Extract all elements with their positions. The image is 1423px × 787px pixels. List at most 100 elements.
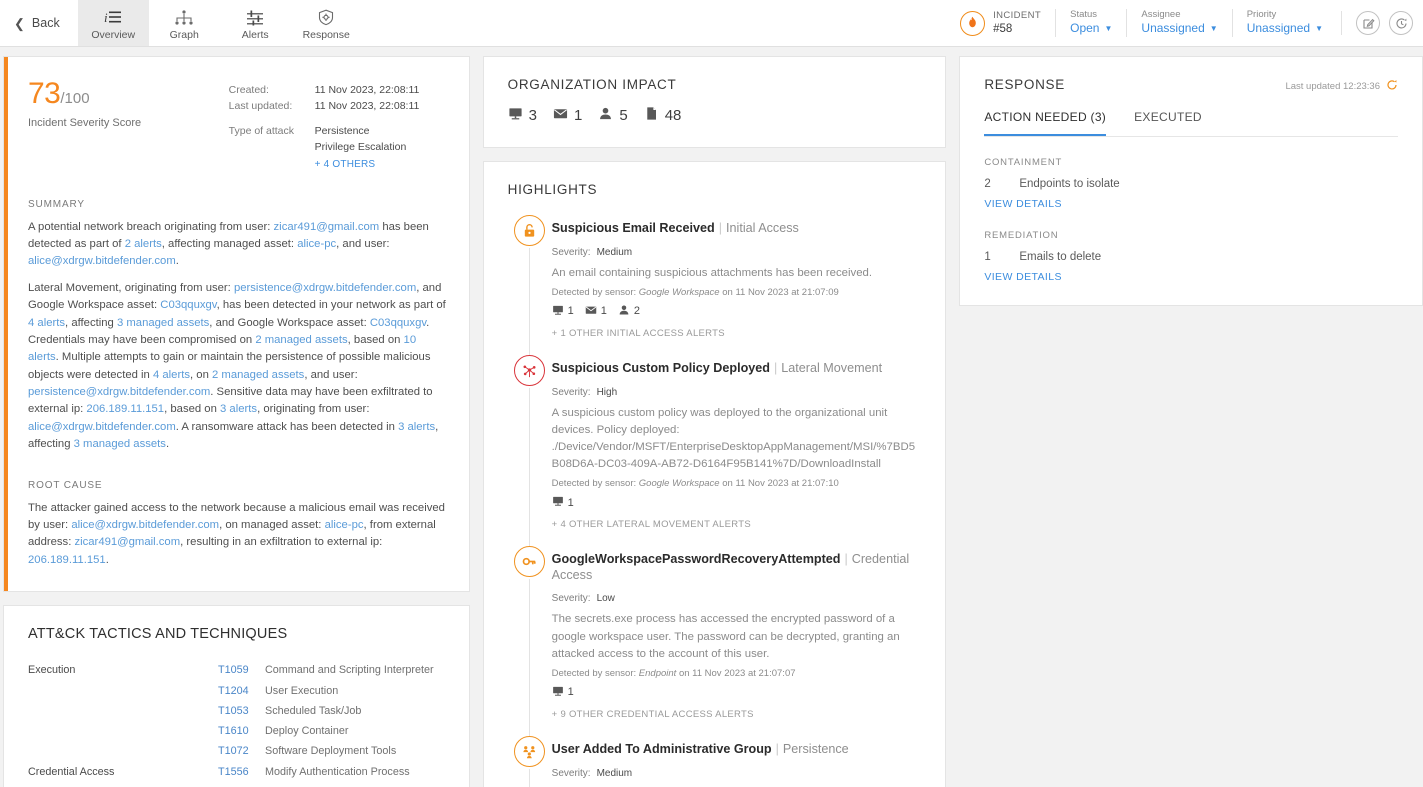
entity-link[interactable]: 3 alerts [398,421,435,433]
attack-technique-name: Software Deployment Tools [253,741,396,761]
status-field[interactable]: Status Open ▼ [1055,9,1126,37]
highlight-card[interactable]: User Added To Administrative Group|Persi… [508,736,922,787]
tab-action-needed[interactable]: ACTION NEEDED (3) [984,110,1106,136]
tab-executed[interactable]: EXECUTED [1134,110,1202,136]
highlight-icon-column [508,546,552,736]
entity-link[interactable]: 3 managed assets [74,438,166,450]
highlight-name[interactable]: Suspicious Email Received [552,221,715,235]
attack-technique-id[interactable]: T1212 [218,782,253,787]
text-run: . [166,438,169,450]
entity-link[interactable]: 2 managed assets [212,369,304,381]
entity-link[interactable]: zicar491@gmail.com [274,221,380,233]
history-button[interactable] [1389,11,1413,35]
refresh-icon[interactable] [1386,79,1398,94]
file-icon [644,106,659,125]
highlight-counts: 1 [552,495,922,510]
containment-view-details-link[interactable]: VIEW DETAILS [984,198,1398,210]
highlight-more-alerts-link[interactable]: + 9 OTHER CREDENTIAL ACCESS ALERTS [552,709,922,720]
priority-dropdown[interactable]: Unassigned ▼ [1247,21,1323,37]
highlight-count-value: 1 [568,497,574,509]
entity-link[interactable]: 3 alerts [220,403,257,415]
tab-alerts[interactable]: Alerts [220,0,291,46]
severity-value: Medium [591,247,633,258]
status-value: Open [1070,21,1099,37]
entity-link[interactable]: 2 managed assets [255,334,347,346]
highlight-name[interactable]: User Added To Administrative Group [552,742,772,756]
attack-type-more-link[interactable]: + 4 OTHERS [315,157,407,173]
tab-overview[interactable]: i Overview [78,0,149,46]
entity-link[interactable]: persistence@xdrgw.bitdefender.com [28,386,210,398]
attack-technique-id[interactable]: T1556 [218,762,253,782]
attack-technique-name: Command and Scripting Interpreter [253,660,434,680]
entity-link[interactable]: alice-pc [325,519,364,531]
entity-link[interactable]: 4 alerts [28,317,65,329]
entity-link[interactable]: 206.189.11.151 [28,554,106,566]
remediation-view-details-link[interactable]: VIEW DETAILS [984,271,1398,283]
sensor-timestamp: on 11 Nov 2023 at 21:07:07 [676,668,795,679]
containment-title: CONTAINMENT [984,157,1398,168]
entity-link[interactable]: C03qquxgv [370,317,426,329]
attack-technique-id[interactable]: T1204 [218,681,253,701]
entity-link[interactable]: 3 managed assets [117,317,209,329]
back-button-label: Back [32,16,60,30]
highlight-counts: 112 [552,304,922,319]
response-last-updated-text: Last updated 12:23:36 [1285,81,1380,92]
attack-type-1: Persistence [315,123,407,139]
entity-link[interactable]: 4 alerts [153,369,190,381]
entity-link[interactable]: 206.189.11.151 [86,403,164,415]
text-run: , has been detected in your network as p… [217,299,446,311]
highlight-body: GoogleWorkspacePasswordRecoveryAttempted… [552,546,922,736]
sensor-name: Endpoint [639,668,677,679]
status-dropdown[interactable]: Open ▼ [1070,21,1112,37]
entity-link[interactable]: alice-pc [297,238,336,250]
attack-technique-id[interactable]: T1053 [218,701,253,721]
highlight-card[interactable]: Suspicious Email Received|Initial Access… [508,215,922,355]
attack-technique-name: Exploitation for Credential Access [253,782,426,787]
tab-response-label: Response [303,29,350,41]
back-button[interactable]: ❮ Back [0,0,78,46]
response-tabs: ACTION NEEDED (3) EXECUTED [984,110,1398,137]
tab-response[interactable]: Response [291,0,362,46]
text-run: . [106,554,109,566]
severity-value: Low [591,593,615,604]
assignee-dropdown[interactable]: Unassigned ▼ [1141,21,1217,37]
entity-link[interactable]: alice@xdrgw.bitdefender.com [71,519,219,531]
entity-link[interactable]: zicar491@gmail.com [74,536,180,548]
highlight-card[interactable]: Suspicious Custom Policy Deployed|Latera… [508,355,922,546]
assignee-field[interactable]: Assignee Unassigned ▼ [1126,9,1231,37]
organization-impact-card: ORGANIZATION IMPACT 31548 [483,56,947,148]
entity-link[interactable]: persistence@xdrgw.bitdefender.com [234,282,416,294]
entity-link[interactable]: alice@xdrgw.bitdefender.com [28,255,176,267]
severity-label: Severity: [552,247,591,258]
text-run: , originating from user: [257,403,369,415]
attack-technique-row: T1072Software Deployment Tools [28,741,447,761]
attack-type-2: Privilege Escalation [315,139,407,155]
tab-alerts-label: Alerts [242,29,269,41]
highlight-card[interactable]: GoogleWorkspacePasswordRecoveryAttempted… [508,546,922,736]
text-run: , based on [164,403,220,415]
impact-item: 3 [508,106,537,125]
sensor-name: Google Workspace [639,478,720,489]
highlight-count-value: 1 [601,305,607,317]
highlight-more-alerts-link[interactable]: + 1 OTHER INITIAL ACCESS ALERTS [552,328,922,339]
entity-link[interactable]: alice@xdrgw.bitdefender.com [28,421,176,433]
attack-tactics-card: ATT&CK TACTICS AND TECHNIQUES ExecutionT… [3,605,470,787]
divider: | [770,361,781,375]
highlight-more-alerts-link[interactable]: + 4 OTHER LATERAL MOVEMENT ALERTS [552,519,922,530]
tab-graph[interactable]: Graph [149,0,220,46]
highlight-timeline-connector [529,579,530,736]
entity-link[interactable]: 2 alerts [125,238,162,250]
tab-overview-label: Overview [91,29,135,41]
attack-technique-id[interactable]: T1610 [218,721,253,741]
highlight-tactic: Lateral Movement [781,361,882,375]
highlight-name[interactable]: GoogleWorkspacePasswordRecoveryAttempted [552,552,841,566]
edit-note-button[interactable] [1356,11,1380,35]
highlight-name[interactable]: Suspicious Custom Policy Deployed [552,361,770,375]
containment-count: 2 [984,178,1019,190]
highlight-sensor: Detected by sensor: Google Workspace on … [552,478,922,489]
entity-link[interactable]: C03qquxgv [160,299,216,311]
priority-field[interactable]: Priority Unassigned ▼ [1232,9,1337,37]
attack-technique-id[interactable]: T1072 [218,741,253,761]
attack-technique-id[interactable]: T1059 [218,660,253,680]
highlight-icon-column [508,355,552,546]
